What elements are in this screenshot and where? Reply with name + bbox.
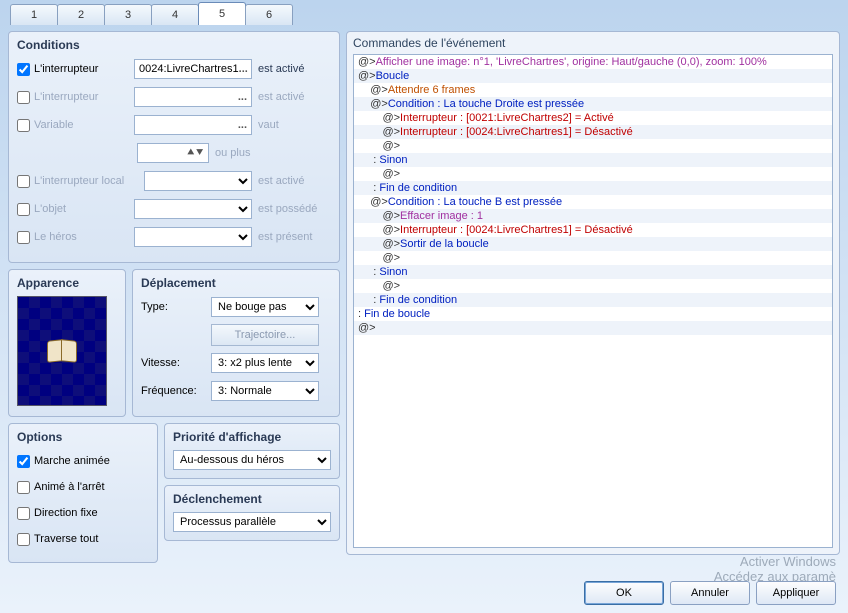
walk-anim-check[interactable] bbox=[17, 455, 30, 468]
conditions-title: Conditions bbox=[17, 38, 331, 52]
tab-5[interactable]: 5 bbox=[198, 2, 246, 25]
priority-select[interactable]: Au-dessous du héros bbox=[173, 450, 331, 470]
move-freq-select[interactable]: 3: Normale bbox=[211, 381, 319, 401]
switch1-field[interactable]: 0024:LivreChartres1... bbox=[134, 59, 252, 79]
command-line[interactable]: @>Condition : La touche Droite est press… bbox=[354, 97, 832, 111]
movement-title: Déplacement bbox=[141, 276, 331, 290]
stop-anim-check[interactable] bbox=[17, 481, 30, 494]
apply-button[interactable]: Appliquer bbox=[756, 581, 836, 605]
trigger-title: Déclenchement bbox=[173, 492, 331, 506]
command-line[interactable]: @>Condition : La touche B est pressée bbox=[354, 195, 832, 209]
graphic-preview[interactable] bbox=[17, 296, 107, 406]
hero-suffix: est présent bbox=[258, 231, 312, 243]
variable-suffix: vaut bbox=[258, 119, 279, 131]
command-line[interactable]: @>Effacer image : 1 bbox=[354, 209, 832, 223]
variable-field[interactable]: ... bbox=[134, 115, 252, 135]
command-line[interactable]: @> bbox=[354, 251, 832, 265]
switch2-field[interactable]: ... bbox=[134, 87, 252, 107]
fix-dir-check[interactable] bbox=[17, 507, 30, 520]
hero-label: Le héros bbox=[34, 231, 134, 243]
command-line[interactable]: @> bbox=[354, 139, 832, 153]
tab-6[interactable]: 6 bbox=[245, 4, 293, 25]
command-line[interactable]: @>Boucle bbox=[354, 69, 832, 83]
tab-3[interactable]: 3 bbox=[104, 4, 152, 25]
command-line[interactable]: @>Interrupteur : [0021:LivreChartres2] =… bbox=[354, 111, 832, 125]
switch2-check[interactable] bbox=[17, 91, 30, 104]
hero-select[interactable] bbox=[134, 227, 252, 247]
appearance-title: Apparence bbox=[17, 276, 117, 290]
walk-anim-label: Marche animée bbox=[34, 455, 110, 467]
priority-group: Priorité d'affichage Au-dessous du héros bbox=[164, 423, 340, 479]
cancel-button[interactable]: Annuler bbox=[670, 581, 750, 605]
command-line[interactable]: : Sinon bbox=[354, 265, 832, 279]
switch1-check[interactable] bbox=[17, 63, 30, 76]
self-switch-check[interactable] bbox=[17, 175, 30, 188]
appearance-group: Apparence bbox=[8, 269, 126, 417]
options-title: Options bbox=[17, 430, 149, 444]
self-switch-label: L'interrupteur local bbox=[34, 175, 144, 187]
variable-check[interactable] bbox=[17, 119, 30, 132]
command-line[interactable]: @>Interrupteur : [0024:LivreChartres1] =… bbox=[354, 125, 832, 139]
move-speed-label: Vitesse: bbox=[141, 357, 211, 369]
item-suffix: est possédé bbox=[258, 203, 317, 215]
conditions-group: Conditions L'interrupteur 0024:LivreChar… bbox=[8, 31, 340, 263]
switch2-label: L'interrupteur bbox=[34, 91, 134, 103]
ok-button[interactable]: OK bbox=[584, 581, 664, 605]
command-line[interactable]: : Fin de condition bbox=[354, 181, 832, 195]
trajectory-button: Trajectoire... bbox=[211, 324, 319, 346]
commands-list[interactable]: @>Afficher une image: n°1, 'LivreChartre… bbox=[353, 54, 833, 548]
command-line[interactable]: @> bbox=[354, 279, 832, 293]
fix-dir-label: Direction fixe bbox=[34, 507, 98, 519]
tab-1[interactable]: 1 bbox=[10, 4, 58, 25]
trigger-group: Déclenchement Processus parallèle bbox=[164, 485, 340, 541]
item-label: L'objet bbox=[34, 203, 134, 215]
hero-check[interactable] bbox=[17, 231, 30, 244]
commands-title: Commandes de l'événement bbox=[353, 36, 833, 50]
variable-suffix2: ou plus bbox=[215, 147, 250, 159]
command-line[interactable]: : Fin de condition bbox=[354, 293, 832, 307]
through-label: Traverse tout bbox=[34, 533, 98, 545]
tab-2[interactable]: 2 bbox=[57, 4, 105, 25]
page-tabs: 123456 bbox=[0, 0, 848, 25]
switch1-label: L'interrupteur bbox=[34, 63, 134, 75]
command-line[interactable]: @>Afficher une image: n°1, 'LivreChartre… bbox=[354, 55, 832, 69]
move-type-label: Type: bbox=[141, 301, 211, 313]
command-line[interactable]: : Sinon bbox=[354, 153, 832, 167]
command-line[interactable]: @>Attendre 6 frames bbox=[354, 83, 832, 97]
stop-anim-label: Animé à l'arrêt bbox=[34, 481, 105, 493]
through-check[interactable] bbox=[17, 533, 30, 546]
variable-label: Variable bbox=[34, 119, 134, 131]
priority-title: Priorité d'affichage bbox=[173, 430, 331, 444]
switch2-suffix: est activé bbox=[258, 91, 304, 103]
tab-4[interactable]: 4 bbox=[151, 4, 199, 25]
move-speed-select[interactable]: 3: x2 plus lente bbox=[211, 353, 319, 373]
item-check[interactable] bbox=[17, 203, 30, 216]
command-line[interactable]: @> bbox=[354, 167, 832, 181]
move-type-select[interactable]: Ne bouge pas bbox=[211, 297, 319, 317]
self-switch-select[interactable] bbox=[144, 171, 252, 191]
options-group: Options Marche animée Animé à l'arrêt Di… bbox=[8, 423, 158, 563]
item-select[interactable] bbox=[134, 199, 252, 219]
variable-value2-field[interactable]: ⯅⯆ bbox=[137, 143, 209, 163]
command-line[interactable]: @>Interrupteur : [0024:LivreChartres1] =… bbox=[354, 223, 832, 237]
command-line[interactable]: @>Sortir de la boucle bbox=[354, 237, 832, 251]
switch1-suffix: est activé bbox=[258, 63, 304, 75]
trigger-select[interactable]: Processus parallèle bbox=[173, 512, 331, 532]
move-freq-label: Fréquence: bbox=[141, 385, 211, 397]
commands-group: Commandes de l'événement @>Afficher une … bbox=[346, 31, 840, 555]
command-line[interactable]: @> bbox=[354, 321, 832, 335]
movement-group: Déplacement Type: Ne bouge pas Trajectoi… bbox=[132, 269, 340, 417]
self-switch-suffix: est activé bbox=[258, 175, 304, 187]
book-icon bbox=[47, 340, 77, 362]
command-line[interactable]: : Fin de boucle bbox=[354, 307, 832, 321]
